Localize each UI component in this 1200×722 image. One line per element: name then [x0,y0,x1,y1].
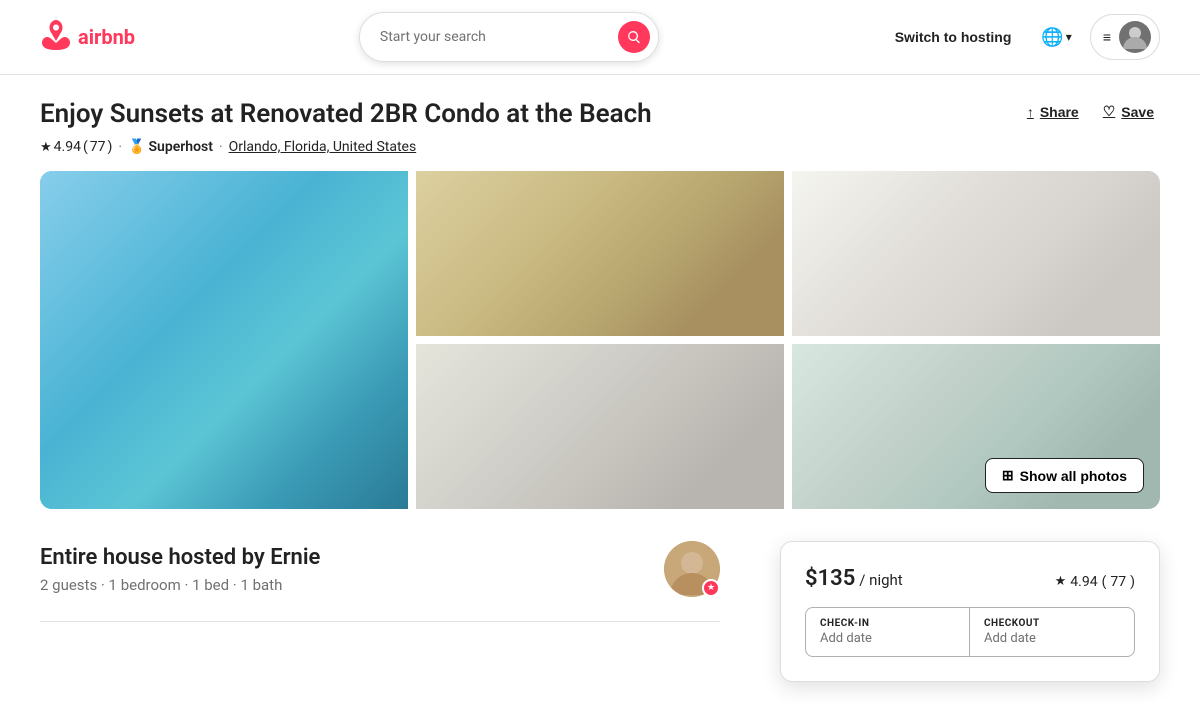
superhost-badge: 🏅 Superhost [128,139,213,155]
search-bar-text: Start your search [380,29,608,45]
globe-icon: 🌐 [1041,27,1063,48]
header-right: Switch to hosting 🌐 ▾ ≡ [883,14,1160,60]
title-row: Enjoy Sunsets at Renovated 2BR Condo at … [40,99,1160,171]
card-star-icon: ★ [1055,574,1067,589]
airbnb-logo-icon [40,19,72,55]
listing-meta: ★ 4.94 (77) · 🏅 Superhost · Orlando, Flo… [40,139,1021,155]
photo-2[interactable] [416,171,784,336]
separator-dot-2: · [219,139,223,155]
share-label: Share [1040,104,1079,120]
price-row: $135 / night ★ 4.94 (77) [805,566,1135,591]
checkin-value: Add date [820,631,955,646]
listing-actions: ↑ Share ♡ Save [1021,99,1160,124]
photo-3[interactable] [792,171,1160,336]
checkout-value: Add date [984,631,1120,646]
avatar [1119,21,1151,53]
review-count-parens: ( [83,139,88,155]
title-meta: Enjoy Sunsets at Renovated 2BR Condo at … [40,99,1021,171]
price-container: $135 / night [805,566,903,591]
menu-avatar-button[interactable]: ≡ [1090,14,1160,60]
checkout-cell[interactable]: CHECKOUT Add date [970,608,1134,656]
star-icon: ★ [40,140,52,155]
share-button[interactable]: ↑ Share [1021,100,1085,124]
host-superhost-badge: ★ [702,579,720,597]
booking-card: $135 / night ★ 4.94 (77) CHECK-IN Add da… [780,541,1160,682]
chevron-down-icon: ▾ [1066,30,1072,44]
logo[interactable]: airbnb [40,19,135,55]
listing-info: Entire house hosted by Ernie 2 guests · … [40,541,720,682]
superhost-icon: 🏅 [128,139,145,155]
switch-hosting-button[interactable]: Switch to hosting [883,21,1024,53]
dates-grid: CHECK-IN Add date CHECKOUT Add date [805,607,1135,657]
hamburger-icon: ≡ [1103,29,1111,45]
listing-title: Enjoy Sunsets at Renovated 2BR Condo at … [40,99,1021,129]
checkin-label: CHECK-IN [820,618,955,629]
checkout-label: CHECKOUT [984,618,1120,629]
rating-value: 4.94 [54,139,81,155]
search-button[interactable] [618,21,650,53]
main-content: Enjoy Sunsets at Renovated 2BR Condo at … [0,75,1200,722]
price: $135 [805,566,855,591]
host-text: Entire house hosted by Ernie 2 guests · … [40,545,320,594]
superhost-label: Superhost [148,139,212,155]
grid-icon: ⊞ [1002,467,1014,484]
search-bar[interactable]: Start your search [359,12,659,62]
header: airbnb Start your search Switch to hosti… [0,0,1200,75]
host-title: Entire house hosted by Ernie [40,545,320,570]
save-button[interactable]: ♡ Save [1097,99,1160,124]
checkin-cell[interactable]: CHECK-IN Add date [806,608,970,656]
listing-body: Entire house hosted by Ernie 2 guests · … [40,541,1160,682]
photo-main[interactable] [40,171,408,509]
separator-dot-1: · [118,139,122,155]
show-all-photos-button[interactable]: ⊞ Show all photos [985,458,1144,493]
card-rating-value: 4.94 [1070,574,1097,590]
globe-button[interactable]: 🌐 ▾ [1033,19,1079,56]
logo-text: airbnb [78,25,135,49]
card-rating: ★ 4.94 (77) [1055,574,1135,590]
photo-4[interactable] [416,344,784,509]
card-review-close: ) [1130,574,1135,590]
star-rating: ★ 4.94 (77) [40,139,112,155]
host-badge-icon: ★ [707,583,715,593]
location-link[interactable]: Orlando, Florida, United States [229,139,417,155]
review-count: 77 [90,139,106,155]
card-review-open: ( [1102,574,1107,590]
host-section: Entire house hosted by Ernie 2 guests · … [40,541,720,622]
host-avatar: ★ [664,541,720,597]
heart-icon: ♡ [1103,103,1116,120]
show-photos-label: Show all photos [1020,468,1127,484]
host-details: 2 guests · 1 bedroom · 1 bed · 1 bath [40,576,320,594]
per-night: / night [859,571,902,589]
save-label: Save [1121,104,1154,120]
photo-grid: ⊞ Show all photos [40,171,1160,509]
share-icon: ↑ [1027,104,1034,120]
card-review-count: 77 [1110,574,1126,590]
review-close: ) [108,139,113,155]
